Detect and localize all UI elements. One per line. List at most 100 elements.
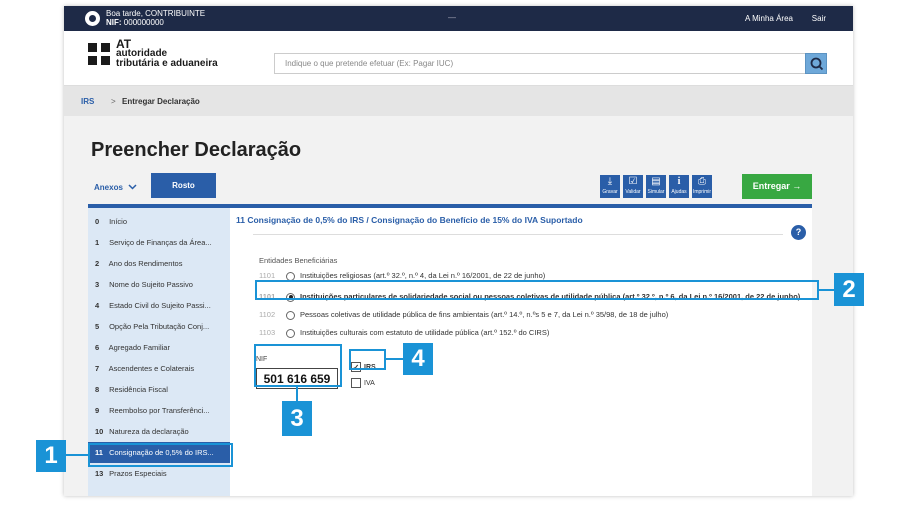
sidebar-item-num: 0 (95, 217, 100, 226)
search-button[interactable] (805, 53, 827, 74)
option-ambientais[interactable]: 1102 Pessoas coletivas de utilidade públi… (259, 310, 668, 320)
my-area-link[interactable]: A Minha Área (745, 14, 793, 23)
sidebar-item-num: 5 (95, 322, 100, 331)
radio-ambientais[interactable] (286, 310, 295, 320)
validar-button[interactable]: ☑ Validar (623, 175, 643, 198)
option-code: 1103 (259, 328, 276, 337)
entregar-button[interactable]: Entregar → (742, 174, 812, 199)
option-code: 1102 (259, 310, 276, 319)
sidebar-item-residencia[interactable]: 8 Residência Fiscal (88, 379, 230, 400)
search-input[interactable]: Indique o que pretende efetuar (Ex: Paga… (274, 53, 805, 74)
callout-connector-3 (296, 387, 298, 401)
sidebar-item-agregado[interactable]: 6 Agregado Familiar (88, 337, 230, 358)
logo-line-3: tributária e aduaneira (116, 58, 218, 69)
sidebar-item-num: 9 (95, 406, 100, 415)
nif-label: NIF: (106, 18, 122, 27)
callout-connector-2 (819, 289, 834, 291)
gravar-button[interactable]: ⤓ Gravar (600, 175, 620, 198)
callout-badge-4: 4 (403, 343, 433, 375)
sidebar-item-num: 1 (95, 238, 100, 247)
sidebar-item-num: 8 (95, 385, 100, 394)
sidebar-item-estado-civil[interactable]: 4 Estado Civil do Sujeito Passi... (88, 295, 230, 316)
breadcrumb-current: Entregar Declaração (122, 97, 200, 106)
check-square-icon: ☑ (628, 176, 638, 187)
site-header: AT autoridade tributária e aduaneira Ind… (64, 31, 853, 86)
sidebar-item-num: 3 (95, 280, 100, 289)
option-culturais[interactable]: 1103 Instituições culturais com estatuto … (259, 328, 549, 338)
app-window: Boa tarde, CONTRIBUINTE NIF: 000000000 —… (64, 6, 853, 496)
printer-icon: ⎙ (698, 176, 706, 187)
sidebar-item-ano[interactable]: 2 Ano dos Rendimentos (88, 253, 230, 274)
sidebar-item-servico[interactable]: 1 Serviço de Finanças da Área... (88, 232, 230, 253)
page-title: Preencher Declaração (91, 139, 302, 161)
empty-box-icon (351, 378, 361, 388)
download-icon: ⤓ (607, 176, 613, 187)
highlight-nif-field (254, 344, 342, 387)
gravar-label: Gravar (602, 189, 618, 195)
sidebar-item-label: Reembolso por Transferênci... (109, 406, 210, 415)
iva-checkbox[interactable]: IVA (351, 378, 375, 388)
sidebar-item-label: Opção Pela Tributação Conj... (109, 322, 210, 331)
option-label: Instituições religiosas (art.º 32.º, n.º… (300, 271, 546, 280)
callout-connector-4 (386, 358, 403, 360)
validar-label: Validar (625, 189, 641, 195)
radio-culturais[interactable] (286, 328, 295, 338)
top-bar: Boa tarde, CONTRIBUINTE NIF: 000000000 —… (64, 6, 853, 31)
sidebar-item-label: Ascendentes e Colaterais (108, 364, 195, 373)
sidebar-item-natureza[interactable]: 10 Natureza da declaração (88, 421, 230, 442)
sidebar-item-label: Agregado Familiar (108, 343, 170, 352)
tabs-toolbar: Anexos Rosto ⤓ Gravar ☑ Validar ▤ Simula… (88, 173, 812, 199)
sidebar-item-num: 6 (95, 343, 100, 352)
option-code: 1101 (259, 271, 276, 280)
sidebar-item-label: Residência Fiscal (109, 385, 168, 394)
sidebar-item-label: Natureza da declaração (109, 427, 189, 436)
sidebar-item-ascendentes[interactable]: 7 Ascendentes e Colaterais (88, 358, 230, 379)
callout-badge-3: 3 (282, 401, 312, 436)
tab-rosto[interactable]: Rosto (151, 173, 216, 198)
breadcrumb-separator: > (111, 97, 116, 106)
at-logo-text[interactable]: AT autoridade tributária e aduaneira (116, 38, 218, 69)
sidebar-item-reembolso[interactable]: 9 Reembolso por Transferênci... (88, 400, 230, 421)
sidebar-item-label: Ano dos Rendimentos (108, 259, 183, 268)
nif-value: 000000000 (123, 18, 164, 27)
callout-connector-1 (66, 454, 88, 456)
search-icon (810, 57, 824, 71)
imprimir-button[interactable]: ⎙ Imprimir (692, 175, 712, 198)
user-icon[interactable] (85, 11, 100, 26)
sidebar-item-label: Início (109, 217, 128, 226)
option-label: Instituições culturais com estatuto de u… (300, 328, 550, 337)
sidebar-item-nome[interactable]: 3 Nome do Sujeito Passivo (88, 274, 230, 295)
section-divider (253, 234, 783, 235)
calculator-icon: ▤ (651, 176, 661, 187)
sidebar-item-inicio[interactable]: 0 Início (88, 211, 230, 232)
highlight-sidebar-item (88, 443, 233, 467)
at-logo-icon[interactable] (84, 39, 114, 69)
simular-label: Simular (647, 189, 665, 195)
breadcrumb-irs[interactable]: IRS (81, 97, 94, 106)
user-greeting: Boa tarde, CONTRIBUINTE NIF: 000000000 (106, 9, 205, 27)
simular-button[interactable]: ▤ Simular (646, 175, 666, 198)
sidebar-item-label: Prazos Especiais (109, 469, 167, 478)
option-label: Pessoas coletivas de utilidade pública d… (300, 310, 669, 319)
callout-badge-1: 1 (36, 440, 66, 472)
arrow-right-icon: → (792, 181, 802, 191)
imprimir-label: Imprimir (692, 189, 712, 195)
tab-anexos[interactable]: Anexos (88, 179, 143, 196)
help-icon[interactable]: ? (791, 225, 806, 240)
info-icon: i (677, 176, 681, 187)
highlight-selected-option (255, 280, 819, 300)
logout-link[interactable]: Sair (812, 14, 826, 23)
greeting-text: Boa tarde, CONTRIBUINTE (106, 9, 206, 18)
ajudas-button[interactable]: i Ajudas (669, 175, 689, 198)
sidebar-item-num: 7 (95, 364, 100, 373)
sidebar-item-label: Serviço de Finanças da Área... (109, 238, 212, 247)
topbar-separator: — (448, 13, 456, 22)
sidebar-item-num: 10 (95, 427, 104, 436)
sidebar-item-num: 2 (95, 259, 100, 268)
chevron-down-icon (128, 184, 137, 190)
sidebar-item-opcao[interactable]: 5 Opção Pela Tributação Conj... (88, 316, 230, 337)
sidebar-item-label: Estado Civil do Sujeito Passi... (109, 301, 211, 310)
sidebar-item-num: 4 (95, 301, 100, 310)
entities-label: Entidades Beneficiárias (259, 256, 338, 265)
highlight-irs-checkbox (349, 349, 386, 370)
